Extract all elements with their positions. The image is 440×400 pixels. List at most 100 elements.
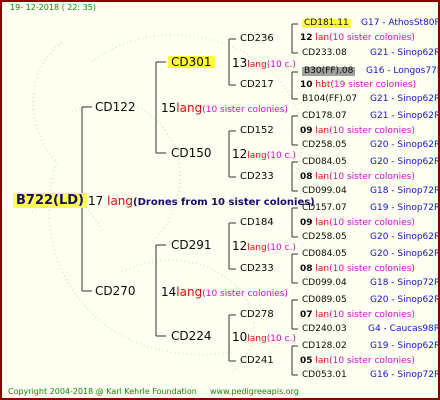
l1-count: 14 [161, 285, 177, 299]
l2-count: 12 [232, 239, 248, 253]
root-note: (Drones from 10 sister colonies) [133, 197, 315, 208]
report-date: 19- 12-2018 ( 22: 35) [10, 3, 96, 12]
l4-node-id[interactable]: CD181.11 [302, 19, 351, 28]
l2-lang: lang [247, 151, 267, 161]
l2-node-id[interactable]: CD301 [168, 56, 215, 68]
l3-note: (10 sister colonies) [329, 356, 415, 366]
l4-generation: G21 - Sinop62R [370, 94, 440, 104]
l1-note: (10 sister colonies) [202, 289, 288, 299]
l4-node-id[interactable]: CD258.05 [302, 141, 347, 150]
l3-drone-info: 12 lan(10 sister colonies) [300, 34, 415, 43]
l4-node-id[interactable]: B104(FF).07 [302, 95, 357, 104]
l4-node-id[interactable]: B30(FF).08 [302, 67, 356, 76]
l3-lang: lan [315, 356, 330, 366]
l2-node-id[interactable]: CD150 [171, 147, 212, 159]
l2-count: 12 [232, 147, 248, 161]
l3-lang: lan [315, 126, 330, 136]
l4-node-id[interactable]: CD089.05 [302, 296, 347, 305]
l4-node-id[interactable]: CD178.07 [302, 112, 347, 121]
l2-drone-info: 12lang(10 c.) [232, 148, 296, 161]
l3-note: (10 sister colonies) [329, 33, 415, 43]
l3-drone-info: 08 lan(10 sister colonies) [300, 173, 415, 182]
root-count: 17 [88, 194, 104, 208]
l3-drone-info: 07 lan(10 sister colonies) [300, 311, 415, 320]
l1-node-id[interactable]: CD122 [95, 101, 136, 113]
l2-lang: lang [247, 60, 267, 70]
l4-generation: G4 - Caucas98R [368, 324, 440, 334]
l3-count: 08 [300, 172, 313, 182]
l4-generation: G16 - Longos77R [366, 66, 440, 76]
l3-count: 10 [300, 80, 313, 90]
l2-node-id[interactable]: CD291 [171, 239, 212, 251]
l3-lang: lan [315, 33, 330, 43]
l2-drone-info: 10lang(10 c.) [232, 331, 296, 344]
l2-count: 10 [232, 330, 248, 344]
l3-note: (19 sister colonies) [330, 80, 417, 90]
l3-lang: lan [315, 264, 330, 274]
l3-count: 05 [300, 356, 313, 366]
l3-node-id[interactable]: CD233 [240, 172, 274, 182]
l3-count: 07 [300, 310, 313, 320]
l3-lang: lan [315, 310, 330, 320]
l4-node-id[interactable]: CD084.05 [302, 250, 347, 259]
l3-node-id[interactable]: CD241 [240, 356, 274, 366]
l2-note: (10 c.) [266, 60, 296, 70]
l1-count: 15 [161, 101, 177, 115]
l3-drone-info: 08 lan(10 sister colonies) [300, 265, 415, 274]
l1-lang: lang [176, 285, 203, 299]
l2-drone-info: 12lang(10 c.) [232, 240, 296, 253]
l4-generation: G20 - Sinop62R [370, 157, 440, 167]
l3-note: (10 sister colonies) [329, 218, 415, 228]
l4-generation: G18 - Sinop72R [370, 186, 440, 196]
l3-node-id[interactable]: CD152 [240, 126, 274, 136]
l3-drone-info: 10 hbt(19 sister colonies) [300, 81, 416, 90]
l3-note: (10 sister colonies) [329, 126, 415, 136]
l4-node-id[interactable]: CD240.03 [302, 325, 347, 334]
l3-node-id[interactable]: CD233 [240, 264, 274, 274]
l4-generation: G19 - Sinop62R [370, 341, 440, 351]
footer-copyright: Copyright 2004-2018 @ Karl Kehrle Founda… [8, 387, 197, 396]
footer-url[interactable]: www.pedigreeapis.org [210, 388, 299, 396]
l4-generation: G18 - Sinop72R [370, 278, 440, 288]
l4-node-id[interactable]: CD258.05 [302, 233, 347, 242]
l2-note: (10 c.) [266, 151, 296, 161]
root-queen-id[interactable]: B722(LD) [13, 193, 88, 208]
l3-lang: lan [315, 218, 330, 228]
l3-node-id[interactable]: CD184 [240, 218, 274, 228]
l3-count: 12 [300, 33, 313, 43]
l1-node-id[interactable]: CD270 [95, 285, 136, 297]
l3-lang: lan [315, 172, 330, 182]
l4-node-id[interactable]: CD157.07 [302, 204, 347, 213]
l3-note: (10 sister colonies) [329, 264, 415, 274]
l4-node-id[interactable]: CD099.04 [302, 279, 347, 288]
l4-generation: G21 - Sinop62R [370, 111, 440, 121]
l3-drone-info: 09 lan(10 sister colonies) [300, 127, 415, 136]
l4-node-id[interactable]: CD099.04 [302, 187, 347, 196]
l4-generation: G19 - Sinop72R [370, 203, 440, 213]
l4-generation: G20 - Sinop62R [370, 249, 440, 259]
l2-count: 13 [232, 56, 248, 70]
l1-lang: lang [176, 101, 203, 115]
l1-drone-info: 15lang(10 sister colonies) [161, 102, 288, 115]
l3-lang: hbt [315, 80, 331, 90]
l2-note: (10 c.) [266, 243, 296, 253]
l4-node-id[interactable]: CD084.05 [302, 158, 347, 167]
l2-lang: lang [247, 334, 267, 344]
l3-node-id[interactable]: CD217 [240, 80, 274, 90]
l3-node-id[interactable]: CD236 [240, 34, 274, 44]
l4-generation: G20 - Sinop62R [370, 295, 440, 305]
l3-drone-info: 09 lan(10 sister colonies) [300, 219, 415, 228]
l4-node-id[interactable]: CD128.02 [302, 342, 347, 351]
l4-generation: G20 - Sinop62R [370, 232, 440, 242]
l3-count: 09 [300, 218, 313, 228]
l1-note: (10 sister colonies) [202, 105, 288, 115]
l4-generation: G21 - Sinop62R [370, 48, 440, 58]
l4-node-id[interactable]: CD053.01 [302, 371, 347, 380]
l2-drone-info: 13lang(10 c.) [232, 57, 296, 70]
l3-node-id[interactable]: CD278 [240, 310, 274, 320]
l4-node-id[interactable]: CD233.08 [302, 49, 347, 58]
l4-generation: G20 - Sinop62R [370, 140, 440, 150]
l3-count: 09 [300, 126, 313, 136]
l2-node-id[interactable]: CD224 [171, 330, 212, 342]
l1-drone-info: 14lang(10 sister colonies) [161, 286, 288, 299]
